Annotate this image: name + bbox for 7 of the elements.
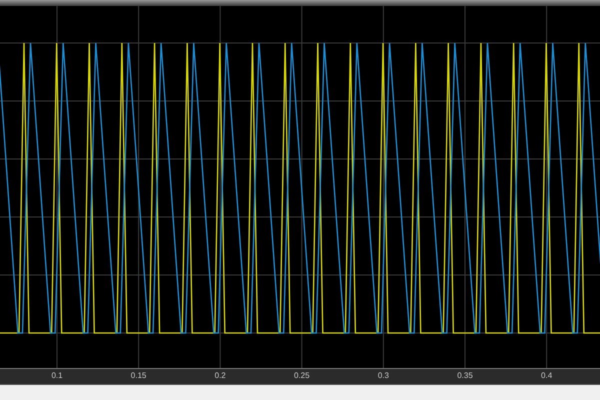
- axis-tick-label: 0.35: [457, 371, 473, 380]
- axis-tick-label: 0.25: [294, 371, 310, 380]
- axis-tick-label: 0.1: [51, 371, 63, 380]
- axis-tick-label: 0.4: [541, 371, 552, 380]
- axis-tick-label: 0.2: [214, 371, 226, 380]
- axis-tick-label: 0.3: [378, 371, 389, 380]
- axis-tick-label: 0.15: [130, 371, 146, 380]
